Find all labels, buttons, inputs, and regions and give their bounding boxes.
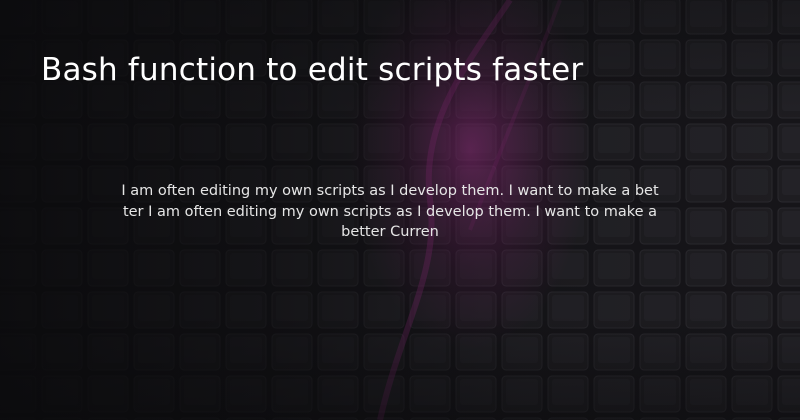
post-description: I am often editing my own scripts as I d… <box>121 183 659 240</box>
post-title: Bash function to edit scripts faster <box>41 52 584 88</box>
social-share-card: Bash function to edit scripts faster I a… <box>0 0 800 420</box>
